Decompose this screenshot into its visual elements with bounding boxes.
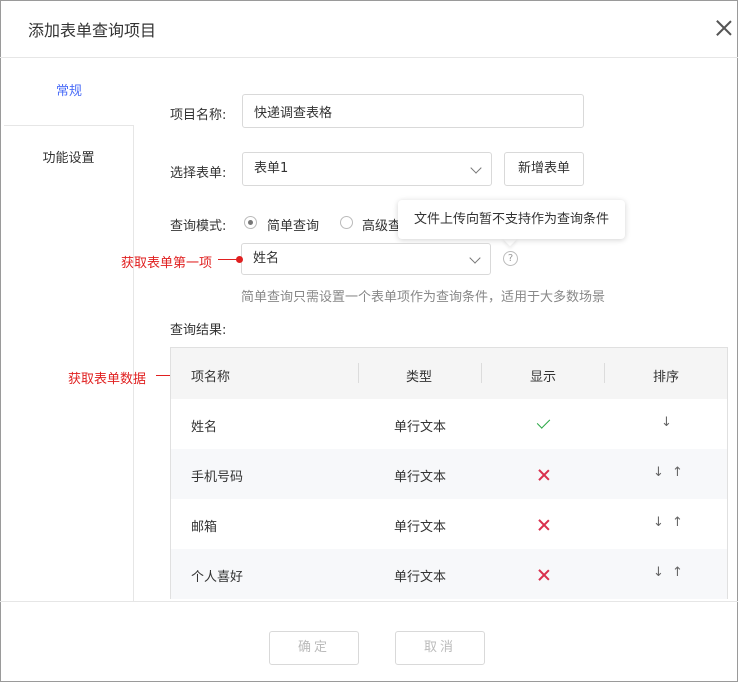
sidebar: 常规 功能设置 — [4, 58, 134, 602]
help-icon[interactable]: ? — [503, 251, 518, 266]
cancel-button[interactable]: 取消 — [395, 631, 485, 665]
header-name: 项名称 — [191, 370, 231, 385]
query-mode-label: 查询模式: — [170, 219, 227, 234]
column-separator — [604, 363, 605, 383]
confirm-button[interactable]: 确定 — [269, 631, 359, 665]
header-type: 类型 — [406, 370, 433, 385]
row-name: 邮箱 — [191, 520, 218, 535]
cross-icon[interactable] — [538, 519, 550, 531]
dialog-title: 添加表单查询项目 — [28, 21, 157, 40]
column-separator — [358, 363, 359, 383]
annotation-first-item: 获取表单第一项 — [121, 256, 213, 271]
project-name-label: 项目名称: — [170, 108, 227, 123]
annotation-line — [218, 259, 238, 260]
row-type: 单行文本 — [394, 520, 447, 535]
sort-arrows[interactable]: ↓ ↑ — [653, 515, 685, 530]
select-form-label: 选择表单: — [170, 166, 227, 181]
check-icon[interactable] — [536, 415, 551, 429]
annotation-dot — [236, 256, 243, 263]
result-label: 查询结果: — [170, 323, 227, 338]
dialog-header: 添加表单查询项目 — [0, 0, 738, 58]
table-row: 邮箱 单行文本 ↓ ↑ — [171, 499, 727, 549]
form-select-value: 表单1 — [254, 161, 289, 176]
chevron-down-icon — [470, 162, 482, 174]
tab-function-settings[interactable]: 功能设置 — [4, 125, 133, 192]
radio-simple[interactable] — [244, 216, 257, 229]
sort-arrows[interactable]: ↓ ↑ — [653, 565, 685, 580]
query-field-value: 姓名 — [253, 251, 280, 266]
cross-icon[interactable] — [538, 469, 550, 481]
row-name: 手机号码 — [191, 470, 244, 485]
row-name: 姓名 — [191, 420, 218, 435]
table-row: 个人喜好 单行文本 ↓ ↑ — [171, 549, 727, 599]
row-type: 单行文本 — [394, 420, 447, 435]
header-sort: 排序 — [653, 370, 680, 385]
query-hint: 简单查询只需设置一个表单项作为查询条件，适用于大多数场景 — [241, 290, 606, 305]
table-row: 手机号码 单行文本 ↓ ↑ — [171, 449, 727, 499]
row-type: 单行文本 — [394, 470, 447, 485]
new-form-button[interactable]: 新增表单 — [504, 152, 584, 186]
row-name: 个人喜好 — [191, 570, 244, 585]
close-icon[interactable] — [716, 20, 732, 36]
row-type: 单行文本 — [394, 570, 447, 585]
cross-icon[interactable] — [538, 569, 550, 581]
dialog-footer: 确定 取消 — [0, 601, 738, 682]
form-select[interactable]: 表单1 — [242, 152, 492, 186]
project-name-input[interactable] — [242, 94, 584, 128]
chevron-down-icon — [469, 252, 481, 264]
annotation-form-data: 获取表单数据 — [68, 372, 147, 387]
radio-advanced[interactable] — [340, 216, 353, 229]
sort-arrows[interactable]: ↓ ↑ — [653, 465, 685, 480]
tooltip: 文件上传向暂不支持作为查询条件 — [398, 200, 625, 239]
result-table: 项名称 类型 显示 排序 姓名 单行文本 ↓ 手机号码 单行文本 ↓ ↑ 邮箱 … — [170, 347, 728, 599]
table-row: 姓名 单行文本 ↓ — [171, 399, 727, 449]
column-separator — [481, 363, 482, 383]
header-display: 显示 — [530, 370, 557, 385]
query-field-select[interactable]: 姓名 — [241, 243, 491, 275]
sort-arrows[interactable]: ↓ — [661, 415, 674, 430]
radio-simple-label: 简单查询 — [267, 219, 320, 234]
table-header: 项名称 类型 显示 排序 — [171, 348, 727, 399]
radio-advanced-label: 高级查 — [362, 219, 402, 234]
tab-general[interactable]: 常规 — [4, 58, 134, 125]
